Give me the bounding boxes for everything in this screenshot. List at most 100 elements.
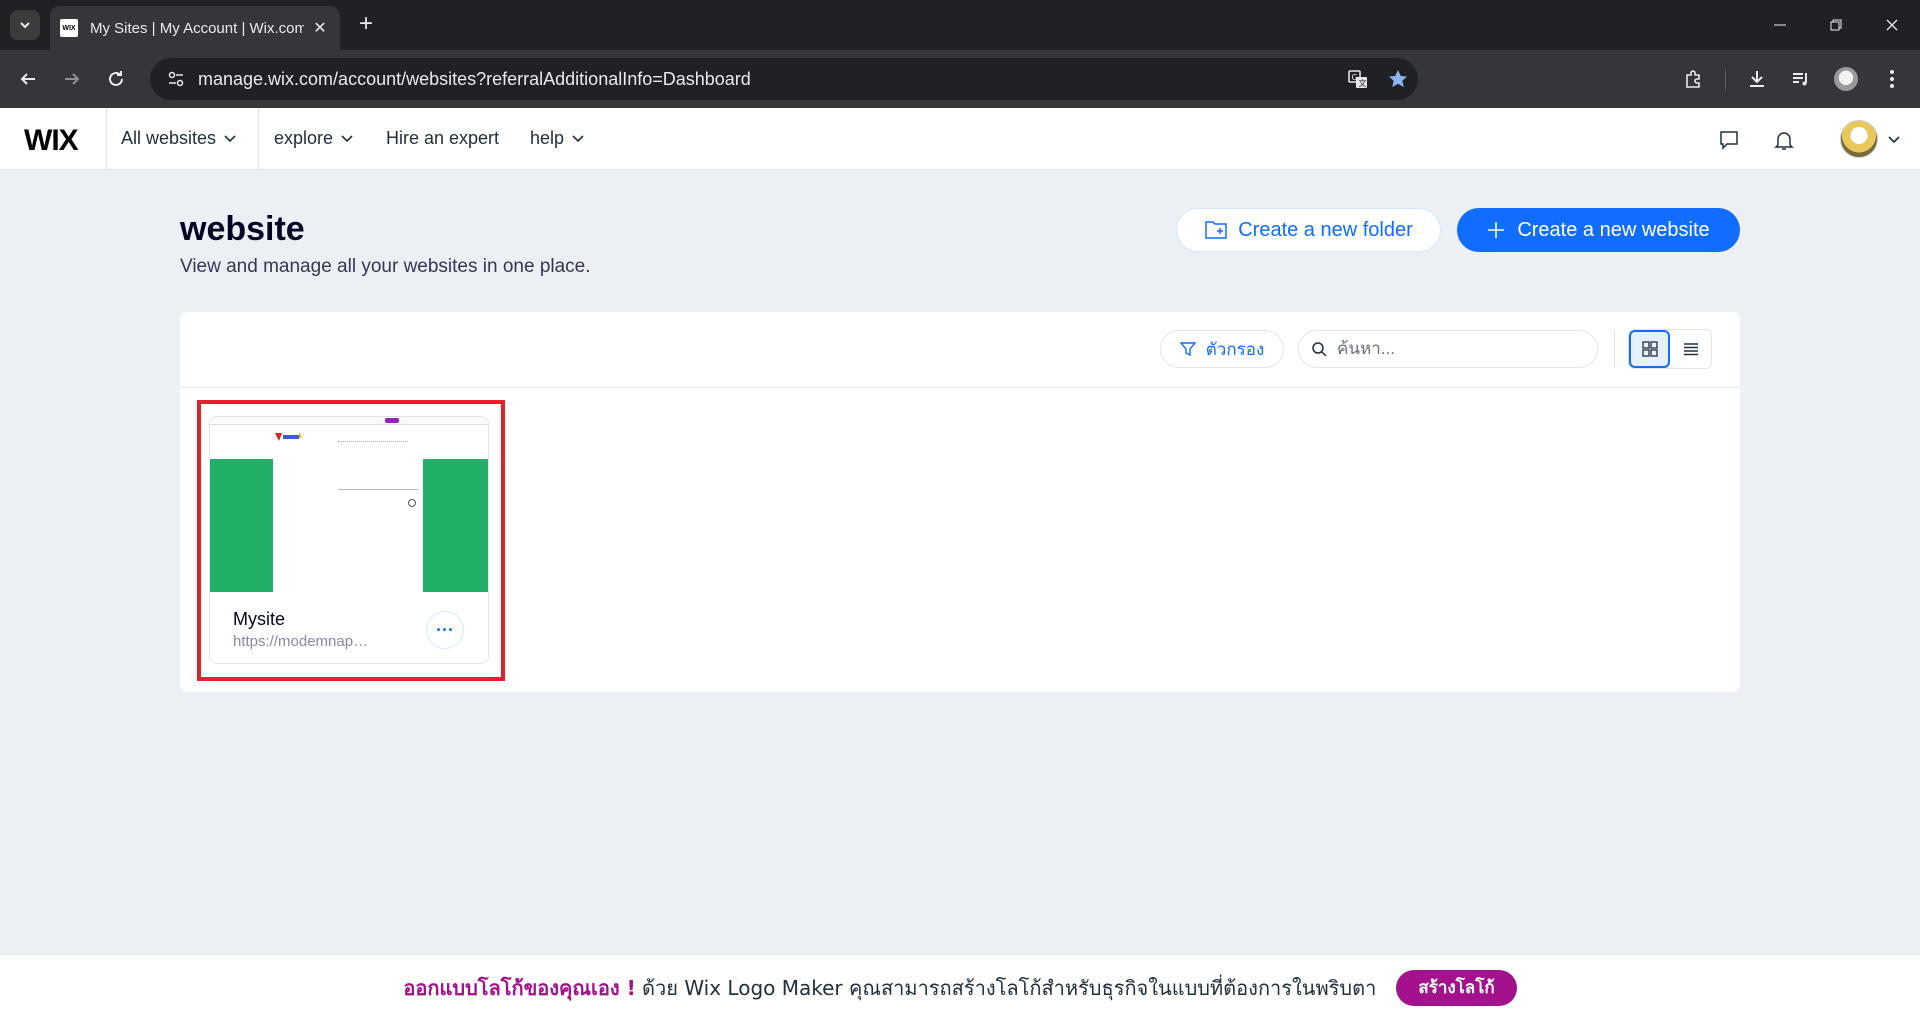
url-text: manage.wix.com/account/websites?referral… — [198, 68, 751, 89]
thumbnail-green-left — [210, 459, 273, 592]
wix-header: WIX All websites explore Hire an expert … — [0, 108, 1920, 170]
address-bar[interactable]: manage.wix.com/account/websites?referral… — [150, 58, 1418, 100]
browser-tab-active[interactable]: WIX My Sites | My Account | Wix.com ✕ — [50, 6, 340, 50]
site-card[interactable]: Mysite https://modemnaphat... ··· — [209, 416, 489, 664]
profile-avatar-icon — [1834, 67, 1858, 91]
search-box[interactable] — [1298, 330, 1598, 368]
explore-label: explore — [274, 128, 334, 148]
header-divider — [106, 108, 107, 170]
forward-button[interactable] — [56, 63, 88, 95]
wix-favicon-icon: WIX — [60, 19, 78, 37]
page-subtitle: View and manage all your websites in one… — [180, 256, 591, 277]
reload-icon — [109, 71, 123, 86]
hire-expert-label: Hire an expert — [386, 128, 500, 148]
toolbar-divider — [1614, 330, 1615, 368]
close-window-button[interactable] — [1864, 0, 1920, 50]
create-website-label: Create a new website — [1517, 218, 1710, 241]
ellipsis-icon: ··· — [436, 619, 454, 640]
back-button[interactable] — [12, 63, 44, 95]
browser-tabbar: WIX My Sites | My Account | Wix.com ✕ + — [0, 0, 1920, 50]
puzzle-icon — [1686, 70, 1700, 88]
translate-icon[interactable]: G文 — [1338, 68, 1378, 90]
hire-expert-link[interactable]: Hire an expert — [386, 128, 499, 149]
messages-button[interactable] — [1715, 126, 1743, 154]
promo-headline: ออกแบบโลโก้ของคุณเอง ! — [403, 975, 636, 1000]
search-icon — [1312, 342, 1327, 357]
media-control-button[interactable] — [1785, 63, 1817, 95]
downloads-button[interactable] — [1741, 63, 1773, 95]
svg-text:文: 文 — [1359, 78, 1367, 88]
chevron-down-icon — [20, 22, 30, 29]
notifications-button[interactable] — [1770, 126, 1798, 154]
thumbnail-chat-icon — [408, 499, 416, 507]
minimize-icon — [1774, 24, 1786, 26]
chat-bubble-icon — [1720, 131, 1738, 150]
bookmark-star-icon[interactable] — [1378, 68, 1418, 90]
all-websites-label: All websites — [121, 128, 217, 148]
thumbnail-badge — [385, 418, 399, 423]
logo-maker-banner: ออกแบบโลโก้ของคุณเอง ! ด้วย Wix Logo Mak… — [0, 954, 1920, 1020]
window-controls — [1752, 0, 1920, 50]
account-menu-chevron[interactable] — [1880, 126, 1908, 154]
all-websites-dropdown[interactable]: All websites — [121, 128, 236, 149]
arrow-right-icon — [65, 73, 80, 85]
playlist-icon — [1793, 73, 1807, 86]
help-dropdown[interactable]: help — [530, 128, 584, 149]
site-more-actions-button[interactable]: ··· — [426, 611, 464, 649]
chevron-down-icon — [1888, 136, 1900, 144]
filter-label: ตัวกรอง — [1205, 339, 1265, 359]
help-label: help — [530, 128, 565, 148]
close-icon — [1886, 19, 1898, 31]
create-folder-button[interactable]: Create a new folder — [1176, 208, 1441, 252]
list-icon — [1683, 343, 1698, 356]
grid-icon — [1641, 341, 1658, 357]
header-divider — [258, 108, 259, 170]
site-name[interactable]: Mysite — [233, 609, 285, 630]
plus-icon — [1488, 222, 1505, 238]
chevron-down-icon — [341, 134, 353, 142]
grid-view-button[interactable] — [1629, 330, 1671, 368]
filter-icon — [1179, 342, 1196, 357]
thumbnail-text-line — [338, 489, 418, 493]
site-url: https://modemnaphat... — [233, 633, 373, 650]
create-website-button[interactable]: Create a new website — [1457, 208, 1740, 252]
search-input[interactable] — [1337, 339, 1577, 359]
chevron-down-icon — [572, 134, 584, 142]
profile-button[interactable] — [1830, 63, 1862, 95]
thumbnail-green-right — [423, 459, 488, 592]
extensions-button[interactable] — [1678, 63, 1710, 95]
wix-logo[interactable]: WIX — [24, 124, 79, 158]
sites-toolbar: ตัวกรอง — [180, 312, 1740, 388]
promo-body: ด้วย Wix Logo Maker คุณสามารถสร้างโลโก้ส… — [635, 975, 1377, 1000]
reload-button[interactable] — [100, 63, 132, 95]
toolbar-divider — [1725, 70, 1726, 90]
explore-dropdown[interactable]: explore — [274, 128, 353, 149]
user-avatar[interactable] — [1840, 120, 1878, 158]
chevron-down-icon — [224, 134, 236, 142]
tab-title: My Sites | My Account | Wix.com — [90, 19, 304, 37]
create-folder-label: Create a new folder — [1238, 218, 1413, 241]
page-title: website — [180, 210, 305, 248]
tab-search-button[interactable] — [10, 10, 40, 40]
kebab-menu-icon — [1890, 70, 1894, 88]
download-icon — [1750, 71, 1764, 87]
site-thumbnail[interactable] — [210, 417, 488, 592]
thumbnail-nav — [338, 441, 408, 444]
browser-toolbar: manage.wix.com/account/websites?referral… — [0, 50, 1920, 108]
close-tab-icon[interactable]: ✕ — [310, 18, 330, 38]
restore-button[interactable] — [1808, 0, 1864, 50]
filter-button[interactable]: ตัวกรอง — [1160, 330, 1284, 368]
list-view-button[interactable] — [1670, 330, 1711, 368]
browser-menu-button[interactable] — [1876, 63, 1908, 95]
new-tab-button[interactable]: + — [352, 10, 380, 38]
minimize-button[interactable] — [1752, 0, 1808, 50]
arrow-left-icon — [20, 73, 35, 85]
site-info-icon[interactable] — [154, 70, 198, 88]
restore-icon — [1830, 19, 1842, 31]
thumbnail-topbar — [210, 417, 488, 425]
create-logo-button[interactable]: สร้างโลโก้ — [1396, 969, 1517, 1006]
bell-icon — [1774, 132, 1794, 150]
promo-text: ออกแบบโลโก้ของคุณเอง ! ด้วย Wix Logo Mak… — [403, 972, 1376, 1004]
thumbnail-logo — [275, 432, 302, 441]
view-toggle — [1628, 329, 1712, 369]
